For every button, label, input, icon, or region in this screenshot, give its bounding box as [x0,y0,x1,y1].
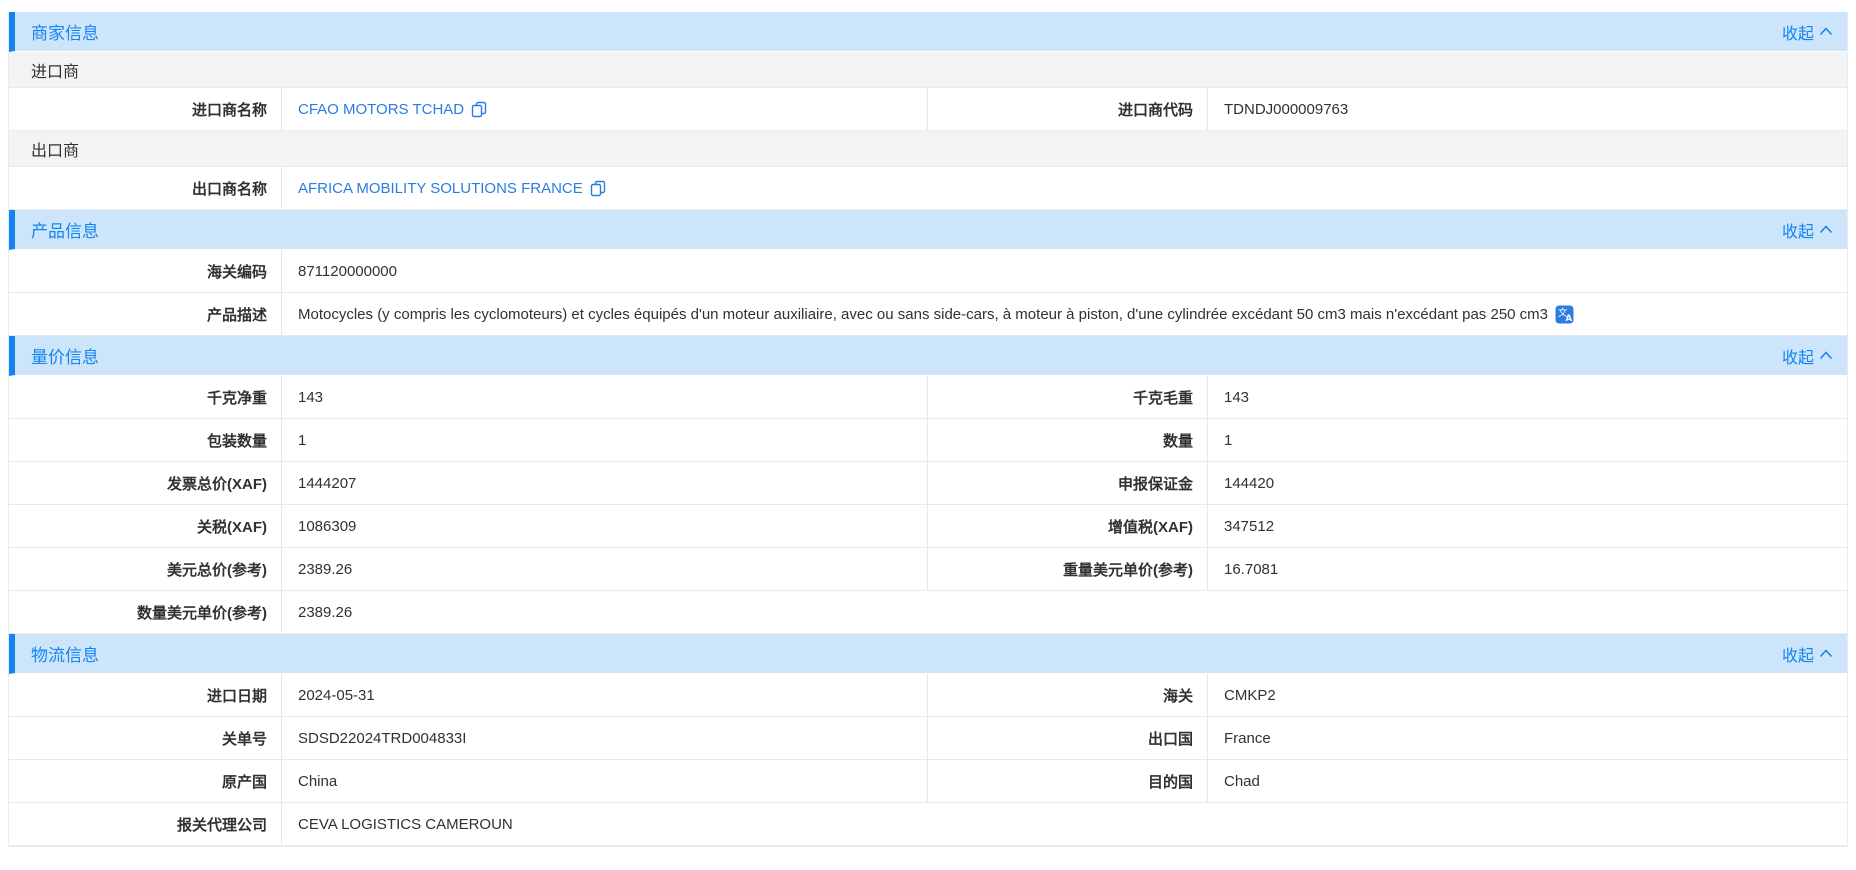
field-value-vat: 347512 [1208,505,1847,547]
table-row-broker: 报关代理公司 CEVA LOGISTICS CAMEROUN [9,803,1847,846]
chevron-up-icon [1819,649,1833,658]
field-value-usd-total: 2389.26 [282,548,928,590]
field-label-origin-country: 原产国 [9,760,282,802]
field-value-exporter-name: AFRICA MOBILITY SOLUTIONS FRANCE [282,167,1847,209]
field-value-declaration-no: SDSD22024TRD004833I [282,717,928,759]
field-label-package-qty: 包装数量 [9,419,282,461]
field-label-exporter-name: 出口商名称 [9,167,282,209]
field-label-dest-country: 目的国 [927,760,1208,802]
field-label-export-country: 出口国 [927,717,1208,759]
field-label-importer-name: 进口商名称 [9,88,282,130]
field-value-package-qty: 1 [282,419,928,461]
field-label-net-weight: 千克净重 [9,376,282,418]
field-label-deposit: 申报保证金 [927,462,1208,504]
section-header-logistics: 物流信息 收起 [9,634,1847,674]
field-value-customs: CMKP2 [1208,674,1847,716]
field-value-deposit: 144420 [1208,462,1847,504]
field-label-import-date: 进口日期 [9,674,282,716]
chevron-up-icon [1819,351,1833,360]
section-logistics: 物流信息 收起 进口日期 2024-05-31 海关 CMKP2 关单号 SDS… [9,634,1847,846]
table-row-quantity: 包装数量 1 数量 1 [9,419,1847,462]
table-row-usd-total: 美元总价(参考) 2389.26 重量美元单价(参考) 16.7081 [9,548,1847,591]
field-label-tariff: 关税(XAF) [9,505,282,547]
product-description-text: Motocycles (y compris les cyclomoteurs) … [298,306,1548,323]
collapse-button[interactable]: 收起 [1782,344,1833,368]
field-value-usd-qty-unit: 2389.26 [282,591,1847,633]
collapse-button[interactable]: 收起 [1782,20,1833,44]
field-label-vat: 增值税(XAF) [927,505,1208,547]
section-title: 商家信息 [31,19,99,44]
field-value-qty: 1 [1208,419,1847,461]
section-title: 产品信息 [31,217,99,242]
field-label-gross-weight: 千克毛重 [927,376,1208,418]
chevron-up-icon [1819,225,1833,234]
field-label-customs: 海关 [927,674,1208,716]
table-row-invoice: 发票总价(XAF) 1444207 申报保证金 144420 [9,462,1847,505]
field-value-origin-country: China [282,760,928,802]
table-row-hs-code: 海关编码 871120000000 [9,250,1847,293]
field-label-invoice-total: 发票总价(XAF) [9,462,282,504]
section-title: 量价信息 [31,343,99,368]
table-row-importer: 进口商名称 CFAO MOTORS TCHAD 进口商代码 TDNDJ00000… [9,88,1847,131]
field-value-tariff: 1086309 [282,505,928,547]
table-row-description: 产品描述 Motocycles (y compris les cyclomote… [9,293,1847,336]
collapse-button[interactable]: 收起 [1782,642,1833,666]
field-label-hs-code: 海关编码 [9,250,282,292]
exporter-name-link[interactable]: AFRICA MOBILITY SOLUTIONS FRANCE [298,180,583,197]
table-row-usd-qty-unit: 数量美元单价(参考) 2389.26 [9,591,1847,634]
copy-icon[interactable] [590,180,606,197]
field-label-declaration-no: 关单号 [9,717,282,759]
subheader-importer: 进口商 [9,52,1847,88]
section-merchant: 商家信息 收起 进口商 进口商名称 CFAO MOTORS TCHAD 进口商代… [9,12,1847,210]
subheader-exporter-label: 出口商 [31,137,79,161]
field-value-gross-weight: 143 [1208,376,1847,418]
table-row-tax: 关税(XAF) 1086309 增值税(XAF) 347512 [9,505,1847,548]
trade-record-detail: 商家信息 收起 进口商 进口商名称 CFAO MOTORS TCHAD 进口商代… [8,12,1848,847]
field-value-description: Motocycles (y compris les cyclomoteurs) … [282,293,1847,335]
section-header-quantity-price: 量价信息 收起 [9,336,1847,376]
table-row-declaration: 关单号 SDSD22024TRD004833I 出口国 France [9,717,1847,760]
field-value-import-date: 2024-05-31 [282,674,928,716]
collapse-label: 收起 [1782,344,1814,368]
field-value-importer-name: CFAO MOTORS TCHAD [282,88,928,130]
field-label-usd-total: 美元总价(参考) [9,548,282,590]
field-label-qty: 数量 [927,419,1208,461]
importer-name-link[interactable]: CFAO MOTORS TCHAD [298,101,464,118]
field-label-usd-weight-unit: 重量美元单价(参考) [927,548,1208,590]
field-value-importer-code: TDNDJ000009763 [1208,88,1847,130]
field-label-broker: 报关代理公司 [9,803,282,845]
field-value-usd-weight-unit: 16.7081 [1208,548,1847,590]
field-label-importer-code: 进口商代码 [927,88,1208,130]
table-row-countries: 原产国 China 目的国 Chad [9,760,1847,803]
field-label-usd-qty-unit: 数量美元单价(参考) [9,591,282,633]
collapse-button[interactable]: 收起 [1782,218,1833,242]
collapse-label: 收起 [1782,218,1814,242]
field-label-description: 产品描述 [9,293,282,335]
translate-icon[interactable]: 文A [1555,305,1574,324]
field-value-net-weight: 143 [282,376,928,418]
field-value-invoice-total: 1444207 [282,462,928,504]
table-row-weight: 千克净重 143 千克毛重 143 [9,376,1847,419]
section-header-product: 产品信息 收起 [9,210,1847,250]
table-row-import-date: 进口日期 2024-05-31 海关 CMKP2 [9,674,1847,717]
table-row-exporter: 出口商名称 AFRICA MOBILITY SOLUTIONS FRANCE [9,167,1847,210]
section-title: 物流信息 [31,641,99,666]
collapse-label: 收起 [1782,642,1814,666]
subheader-importer-label: 进口商 [31,58,79,82]
field-value-export-country: France [1208,717,1847,759]
section-quantity-price: 量价信息 收起 千克净重 143 千克毛重 143 包装数量 1 数量 1 发票… [9,336,1847,634]
section-header-merchant: 商家信息 收起 [9,12,1847,52]
field-value-broker: CEVA LOGISTICS CAMEROUN [282,803,1847,845]
chevron-up-icon [1819,27,1833,36]
subheader-exporter: 出口商 [9,131,1847,167]
field-value-hs-code: 871120000000 [282,250,1847,292]
svg-text:A: A [1566,314,1573,324]
collapse-label: 收起 [1782,20,1814,44]
copy-icon[interactable] [471,101,487,118]
field-value-dest-country: Chad [1208,760,1847,802]
section-product: 产品信息 收起 海关编码 871120000000 产品描述 Motocycle… [9,210,1847,336]
